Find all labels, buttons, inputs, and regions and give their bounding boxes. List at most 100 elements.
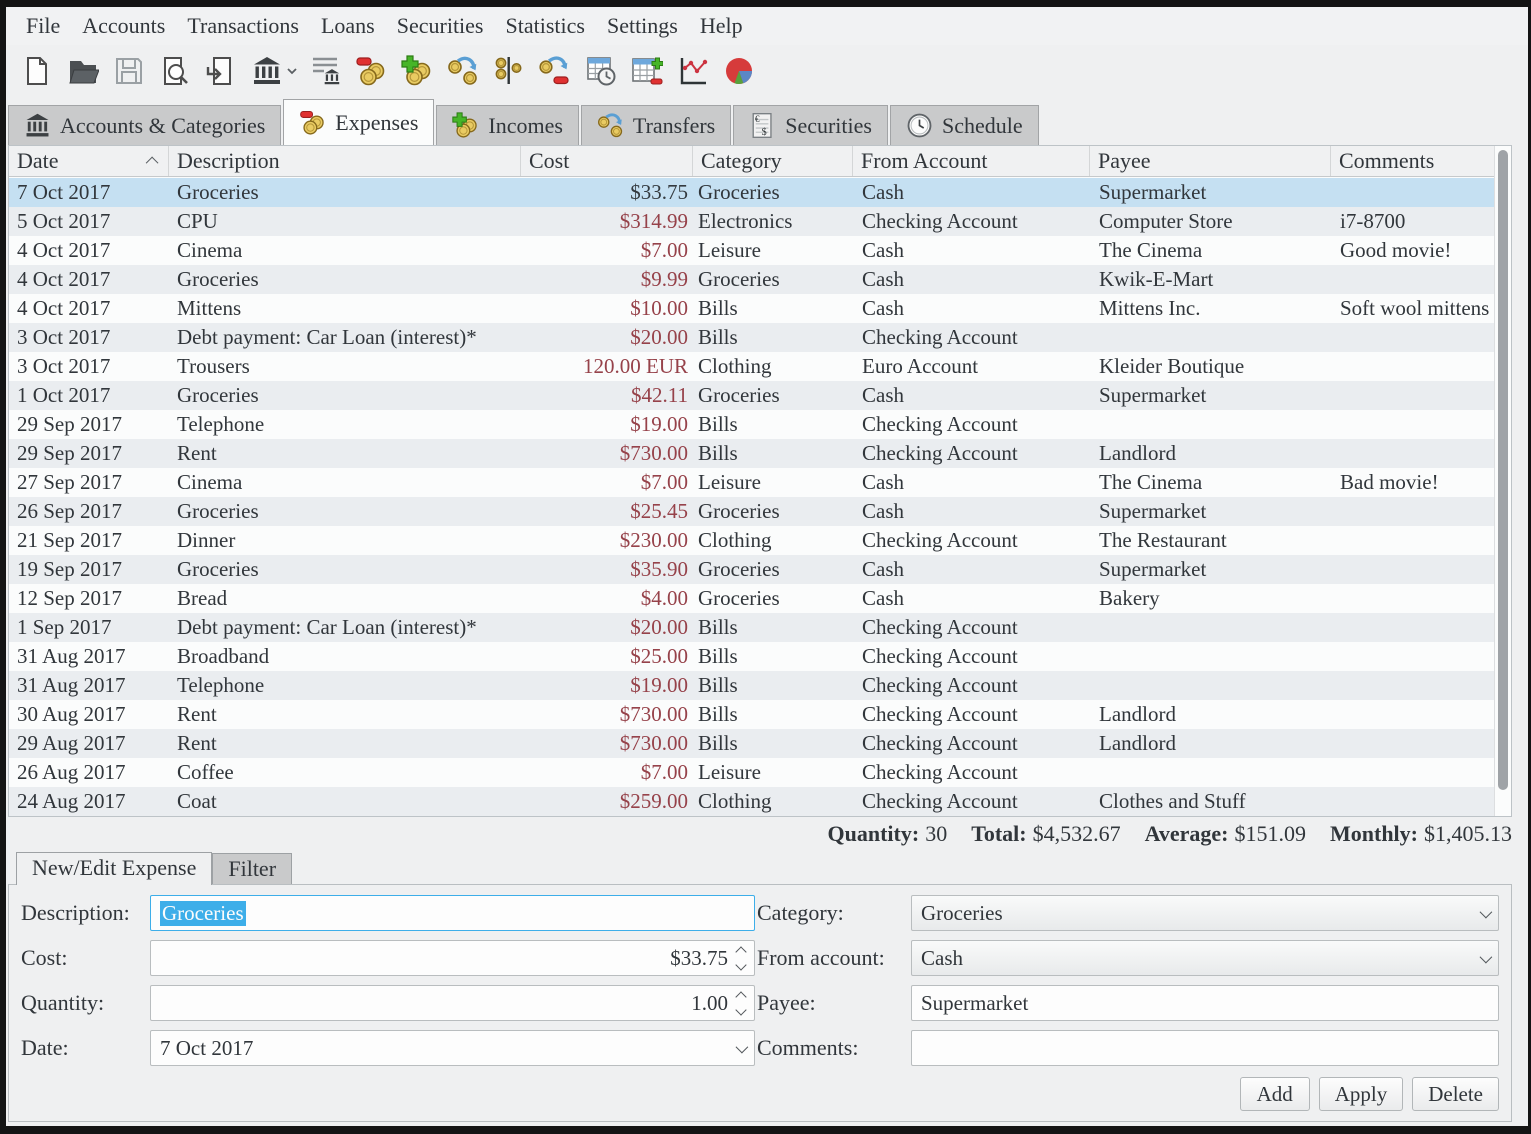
table-row[interactable]: 4 Oct 2017Groceries$9.99GroceriesCashKwi… [9,265,1494,294]
menu-securities[interactable]: Securities [386,7,495,45]
chevron-down-icon [736,1040,749,1053]
cell-payee: Landlord [1090,729,1331,758]
table-row[interactable]: 4 Oct 2017Cinema$7.00LeisureCashThe Cine… [9,236,1494,265]
cell-from-account: Checking Account [853,729,1090,758]
panel-tab-new-edit-expense[interactable]: New/Edit Expense [16,852,212,885]
table-row[interactable]: 26 Aug 2017Coffee$7.00LeisureChecking Ac… [9,758,1494,787]
description-input[interactable]: Groceries [150,895,755,931]
cell-date: 4 Oct 2017 [9,265,169,294]
table-row[interactable]: 12 Sep 2017Bread$4.00GroceriesCashBakery [9,584,1494,613]
table-row[interactable]: 26 Sep 2017Groceries$25.45GroceriesCashS… [9,497,1494,526]
comments-input[interactable] [911,1030,1499,1066]
scrollbar-thumb[interactable] [1498,150,1508,790]
menu-help[interactable]: Help [689,7,754,45]
new-document-button[interactable] [14,51,60,91]
table-row[interactable]: 19 Sep 2017Groceries$35.90GroceriesCashS… [9,555,1494,584]
document-import-button[interactable] [198,51,244,91]
delete-button[interactable]: Delete [1412,1077,1499,1111]
table-row[interactable]: 1 Oct 2017Groceries$42.11GroceriesCashSu… [9,381,1494,410]
tab-schedule[interactable]: Schedule [890,105,1039,145]
cell-cost: $730.00 [521,700,693,729]
from-account-select[interactable]: Cash [911,940,1499,976]
scheduled-expense-button[interactable] [532,51,578,91]
cell-payee: Supermarket [1090,497,1331,526]
column-header-date[interactable]: Date [9,146,169,176]
table-row[interactable]: 3 Oct 2017Debt payment: Car Loan (intere… [9,323,1494,352]
spin-down-icon[interactable] [735,959,746,970]
table-row[interactable]: 29 Sep 2017Telephone$19.00BillsChecking … [9,410,1494,439]
chevron-down-icon[interactable] [284,63,300,79]
spinner[interactable] [737,993,745,1014]
tab-accounts-categories[interactable]: Accounts & Categories [8,105,281,145]
table-row[interactable]: 5 Oct 2017CPU$314.99ElectronicsChecking … [9,207,1494,236]
column-header-cost[interactable]: Cost [521,146,693,176]
table-row[interactable]: 27 Sep 2017Cinema$7.00LeisureCashThe Cin… [9,468,1494,497]
cell-from-account: Checking Account [853,207,1090,236]
date-label: Date: [21,1030,148,1066]
spin-up-icon[interactable] [735,946,746,957]
tab-incomes[interactable]: Incomes [436,105,579,145]
tab-securities[interactable]: €$Securities [733,105,888,145]
table-row[interactable]: 31 Aug 2017Broadband$25.00BillsChecking … [9,642,1494,671]
table-row[interactable]: 4 Oct 2017Mittens$10.00BillsCashMittens … [9,294,1494,323]
column-header-payee[interactable]: Payee [1090,146,1331,176]
table-row[interactable]: 29 Aug 2017Rent$730.00BillsChecking Acco… [9,729,1494,758]
payee-input[interactable]: Supermarket [911,985,1499,1021]
share-split-button[interactable] [486,51,532,91]
menu-settings[interactable]: Settings [596,7,689,45]
transfer-button[interactable] [440,51,486,91]
vertical-scrollbar[interactable] [1494,146,1511,816]
spin-down-icon[interactable] [735,1004,746,1015]
account-list-button[interactable] [302,51,348,91]
expense-button[interactable] [348,51,394,91]
panel-tab-filter[interactable]: Filter [212,853,292,884]
menu-file[interactable]: File [15,7,71,45]
table-row[interactable]: 24 Aug 2017Coat$259.00ClothingChecking A… [9,787,1494,816]
edit-expense-form: Description: Groceries Category: Groceri… [9,885,1511,1066]
cell-description: CPU [169,207,521,236]
menu-statistics[interactable]: Statistics [495,7,596,45]
table-row[interactable]: 31 Aug 2017Telephone$19.00BillsChecking … [9,671,1494,700]
cell-payee: Supermarket [1090,381,1331,410]
menu-accounts[interactable]: Accounts [71,7,176,45]
cell-cost: $35.90 [521,555,693,584]
line-chart-button[interactable] [670,51,716,91]
tab-transfers[interactable]: Transfers [581,105,731,145]
cell-from-account: Cash [853,381,1090,410]
selected-text: Groceries [160,901,246,926]
document-search-button[interactable] [152,51,198,91]
table-row[interactable]: 21 Sep 2017Dinner$230.00ClothingChecking… [9,526,1494,555]
quantity-input[interactable]: 1.00 [150,985,755,1021]
menu-transactions[interactable]: Transactions [176,7,310,45]
table-row[interactable]: 1 Sep 2017Debt payment: Car Loan (intere… [9,613,1494,642]
open-folder-button[interactable] [60,51,106,91]
apply-button[interactable]: Apply [1319,1077,1404,1111]
table-row[interactable]: 30 Aug 2017Rent$730.00BillsChecking Acco… [9,700,1494,729]
account-list-icon [309,55,341,87]
category-select[interactable]: Groceries [911,895,1499,931]
cell-comments: Bad movie! [1331,468,1494,497]
add-button[interactable]: Add [1240,1077,1310,1111]
spin-up-icon[interactable] [735,991,746,1002]
table-row[interactable]: 3 Oct 2017Trousers120.00 EURClothingEuro… [9,352,1494,381]
menu-loans[interactable]: Loans [310,7,386,45]
table-row[interactable]: 7 Oct 2017Groceries$33.75GroceriesCashSu… [9,178,1494,207]
income-button[interactable] [394,51,440,91]
column-header-from-account[interactable]: From Account [853,146,1090,176]
spinner[interactable] [737,948,745,969]
save-button[interactable] [106,51,152,91]
table-row[interactable]: 29 Sep 2017Rent$730.00BillsChecking Acco… [9,439,1494,468]
cell-from-account: Cash [853,497,1090,526]
operations-schedule-button[interactable] [578,51,624,91]
column-header-description[interactable]: Description [169,146,521,176]
column-header-category[interactable]: Category [693,146,853,176]
tab-expenses[interactable]: Expenses [283,99,434,145]
pie-chart-button[interactable] [716,51,762,91]
cost-input[interactable]: $33.75 [150,940,755,976]
cell-cost: $259.00 [521,787,693,816]
cell-date: 3 Oct 2017 [9,323,169,352]
cell-payee: Supermarket [1090,555,1331,584]
column-header-comments[interactable]: Comments [1331,146,1511,176]
operations-template-button[interactable] [624,51,670,91]
date-select[interactable]: 7 Oct 2017 [150,1030,755,1066]
